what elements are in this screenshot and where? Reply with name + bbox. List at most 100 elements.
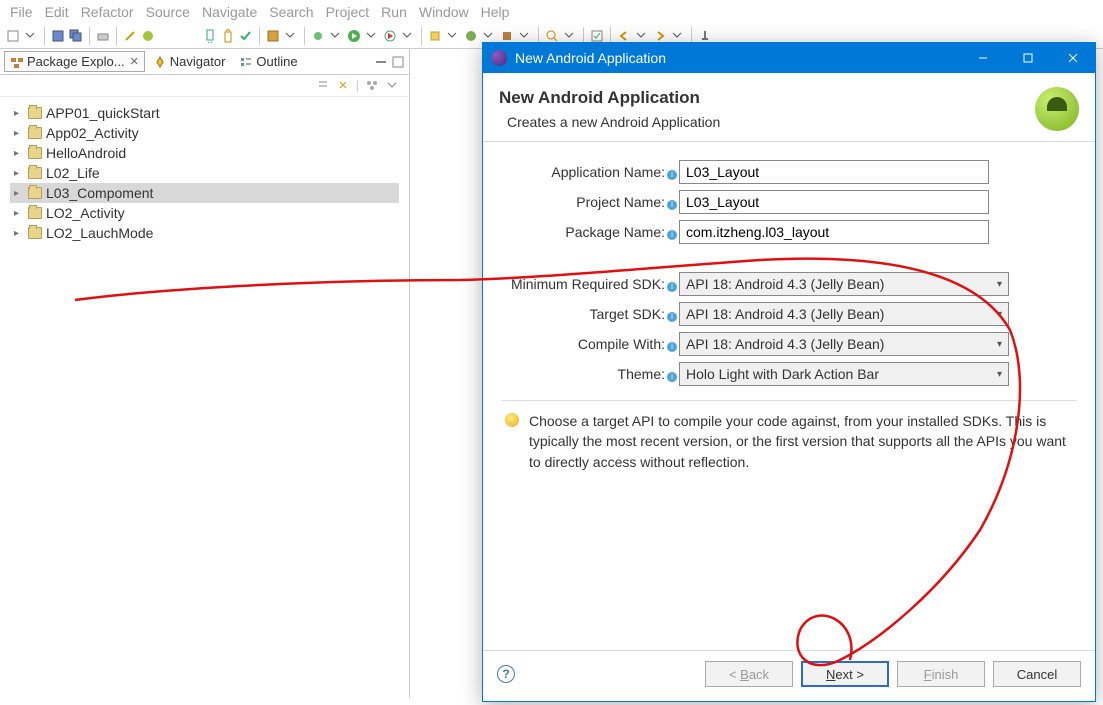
chevron-down-icon[interactable] <box>365 29 379 43</box>
tree-item[interactable]: ▸L02_Life <box>10 163 399 183</box>
tree-item-label: App02_Activity <box>46 125 139 141</box>
lightbulb-icon <box>505 413 519 427</box>
tree-item-label: HelloAndroid <box>46 145 126 161</box>
menu-run[interactable]: Run <box>381 4 407 20</box>
tab-package-explorer[interactable]: Package Explo... ✕ <box>4 51 145 72</box>
navigator-icon <box>153 55 167 69</box>
print-icon[interactable] <box>96 29 110 43</box>
info-icon[interactable]: i <box>667 342 677 352</box>
hint-box: Choose a target API to compile your code… <box>501 411 1077 472</box>
package-name-input[interactable] <box>679 220 989 244</box>
menu-source[interactable]: Source <box>146 4 190 20</box>
maximize-button[interactable] <box>1005 43 1050 73</box>
maximize-icon[interactable] <box>391 55 405 69</box>
android-sdk-icon[interactable] <box>141 29 155 43</box>
tree-item[interactable]: ▸L03_Compoment <box>10 183 399 203</box>
back-icon[interactable] <box>617 29 631 43</box>
package-name-label: Package Name:i <box>501 224 679 240</box>
project-tree: ▸APP01_quickStart ▸App02_Activity ▸Hello… <box>0 97 409 249</box>
chevron-down-icon[interactable] <box>284 29 298 43</box>
chevron-down-icon[interactable] <box>401 29 415 43</box>
filter-icon[interactable] <box>365 78 379 92</box>
tree-item[interactable]: ▸HelloAndroid <box>10 143 399 163</box>
menu-window[interactable]: Window <box>419 4 469 20</box>
check-icon[interactable] <box>239 29 253 43</box>
chevron-down-icon[interactable] <box>446 29 460 43</box>
app-name-input[interactable] <box>679 160 989 184</box>
tree-item-label: L02_Life <box>46 165 100 181</box>
menu-project[interactable]: Project <box>326 4 370 20</box>
new-icon[interactable] <box>6 29 20 43</box>
chevron-down-icon[interactable] <box>482 29 496 43</box>
tab-navigator[interactable]: Navigator <box>147 51 232 72</box>
link-editor-icon[interactable] <box>336 78 350 92</box>
chevron-down-icon[interactable] <box>329 29 343 43</box>
info-icon[interactable]: i <box>667 230 677 240</box>
phone-down-icon[interactable] <box>203 29 217 43</box>
dialog-titlebar[interactable]: New Android Application <box>483 43 1095 73</box>
back-button[interactable]: < Back <box>705 661 793 687</box>
chevron-down-icon[interactable] <box>518 29 532 43</box>
min-sdk-label: Minimum Required SDK:i <box>501 276 679 292</box>
menu-file[interactable]: File <box>10 4 33 20</box>
target-sdk-select[interactable]: API 18: Android 4.3 (Jelly Bean)▾ <box>679 302 1009 326</box>
chevron-down-icon[interactable] <box>671 29 685 43</box>
finish-button[interactable]: Finish <box>897 661 985 687</box>
chevron-down-icon[interactable] <box>635 29 649 43</box>
search-icon[interactable] <box>545 29 559 43</box>
menu-edit[interactable]: Edit <box>45 4 69 20</box>
close-icon[interactable]: ✕ <box>130 55 139 68</box>
menu-search[interactable]: Search <box>269 4 313 20</box>
folder-icon <box>28 127 42 139</box>
new-project-icon[interactable] <box>428 29 442 43</box>
folder-icon <box>28 147 42 159</box>
phone-up-icon[interactable] <box>221 29 235 43</box>
new-class-icon[interactable] <box>464 29 478 43</box>
folder-icon <box>28 187 42 199</box>
view-menu-icon[interactable] <box>385 78 399 92</box>
next-button[interactable]: Next > <box>801 661 889 687</box>
minimize-button[interactable] <box>960 43 1005 73</box>
minimize-icon[interactable] <box>374 55 388 69</box>
info-icon[interactable]: i <box>667 312 677 322</box>
tree-item[interactable]: ▸LO2_LauchMode <box>10 223 399 243</box>
tree-item[interactable]: ▸APP01_quickStart <box>10 103 399 123</box>
compile-with-select[interactable]: API 18: Android 4.3 (Jelly Bean)▾ <box>679 332 1009 356</box>
info-icon[interactable]: i <box>667 200 677 210</box>
run-icon[interactable] <box>347 29 361 43</box>
theme-select[interactable]: Holo Light with Dark Action Bar▾ <box>679 362 1009 386</box>
tree-item[interactable]: ▸LO2_Activity <box>10 203 399 223</box>
tree-item-label: APP01_quickStart <box>46 105 160 121</box>
menu-help[interactable]: Help <box>481 4 510 20</box>
info-icon[interactable]: i <box>667 282 677 292</box>
app-name-label: Application Name:i <box>501 164 679 180</box>
collapse-all-icon[interactable] <box>316 78 330 92</box>
min-sdk-select[interactable]: API 18: Android 4.3 (Jelly Bean)▾ <box>679 272 1009 296</box>
tab-outline[interactable]: Outline <box>233 51 303 72</box>
debug-icon[interactable] <box>311 29 325 43</box>
new-package-icon[interactable] <box>500 29 514 43</box>
save-all-icon[interactable] <box>69 29 83 43</box>
cancel-button[interactable]: Cancel <box>993 661 1081 687</box>
forward-icon[interactable] <box>653 29 667 43</box>
dialog-header-subtitle: Creates a new Android Application <box>507 114 720 130</box>
tree-item[interactable]: ▸App02_Activity <box>10 123 399 143</box>
info-icon[interactable]: i <box>667 170 677 180</box>
chevron-down-icon[interactable] <box>563 29 577 43</box>
wand-icon[interactable] <box>123 29 137 43</box>
run-external-icon[interactable] <box>383 29 397 43</box>
chevron-down-icon: ▾ <box>997 339 1002 350</box>
help-icon[interactable]: ? <box>497 665 515 683</box>
close-button[interactable] <box>1050 43 1095 73</box>
target-sdk-label: Target SDK:i <box>501 306 679 322</box>
eclipse-icon <box>491 50 507 66</box>
menu-navigate[interactable]: Navigate <box>202 4 257 20</box>
pin-icon[interactable] <box>698 29 712 43</box>
chevron-down-icon[interactable] <box>24 29 38 43</box>
menu-refactor[interactable]: Refactor <box>81 4 134 20</box>
package-icon[interactable] <box>266 29 280 43</box>
info-icon[interactable]: i <box>667 372 677 382</box>
save-icon[interactable] <box>51 29 65 43</box>
project-name-input[interactable] <box>679 190 989 214</box>
task-icon[interactable] <box>590 29 604 43</box>
